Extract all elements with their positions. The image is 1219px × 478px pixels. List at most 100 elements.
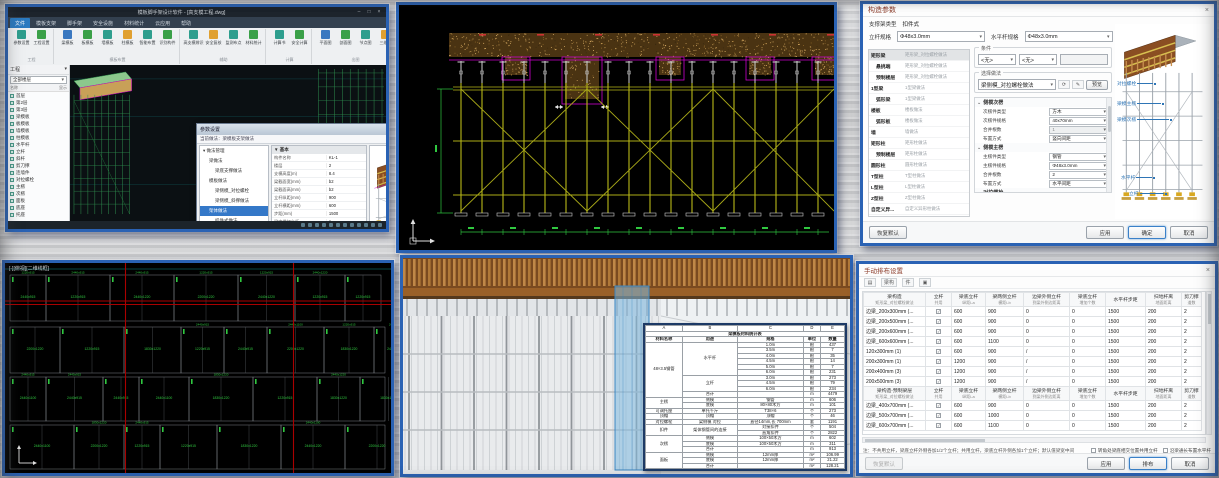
property-select[interactable]: 方木▾ xyxy=(1049,108,1109,116)
cad-viewport[interactable]: 参数设置 × 当前做法：梁模板支架做法 ▾ 做法管理梁做法梁底支撑做法模板做法梁… xyxy=(70,65,386,221)
beam-row[interactable]: 200x500mm (3)✓1200900/015002002 xyxy=(864,377,1202,387)
dialog-tree-item[interactable]: 梁侧模_斜撑做法 xyxy=(200,196,268,206)
preview-button[interactable]: 预览 xyxy=(1086,80,1108,90)
visibility-checkbox[interactable] xyxy=(10,164,14,168)
shared-pole-checkbox[interactable]: ✓ xyxy=(936,319,941,324)
property-value[interactable]: 1500 xyxy=(326,211,366,216)
column-header[interactable]: 梁底立杆纵距La xyxy=(952,387,986,401)
hbar-spec-select[interactable]: Φ48x3.0mm▾ xyxy=(1025,31,1113,42)
layer-tree-item[interactable]: 墙模板 xyxy=(8,127,69,134)
element-list-item[interactable]: 自定义异...自定义异形柱做法 xyxy=(869,204,969,215)
beam-row[interactable]: 120x300mm (1)✓600900/015002002 xyxy=(864,347,1202,357)
status-icon[interactable] xyxy=(336,223,340,227)
layer-tree-item[interactable]: 第3层 xyxy=(8,106,69,113)
status-icon[interactable] xyxy=(364,223,368,227)
ribbon-tab[interactable]: 材料统计 xyxy=(119,18,149,28)
element-list-item[interactable]: 弧形梁1型梁做法 xyxy=(869,94,969,105)
ribbon-button[interactable]: 三维图 xyxy=(376,29,389,56)
status-icon[interactable] xyxy=(350,223,354,227)
dialog-button[interactable]: 确定 xyxy=(1128,226,1166,239)
shared-pole-checkbox[interactable]: ✓ xyxy=(936,379,941,384)
shared-pole-checkbox[interactable]: ✓ xyxy=(936,339,941,344)
column-header[interactable]: 边梁外侧立杆到梁外侧边距离 xyxy=(1024,387,1070,401)
element-list-item[interactable]: 1型梁1型梁做法 xyxy=(869,83,969,94)
ribbon-button[interactable]: 智能布置 xyxy=(138,29,157,56)
status-icon[interactable] xyxy=(343,223,347,227)
beam-row[interactable]: 边梁_400x700mm (...✓6009000015002002 xyxy=(864,401,1202,411)
column-header[interactable]: 扫地杆离地面距离 xyxy=(1146,387,1182,401)
property-value[interactable]: b2 xyxy=(326,187,366,192)
element-list-item[interactable]: 圆形柱圆形柱做法 xyxy=(869,160,969,171)
ribbon-button[interactable]: 节点图 xyxy=(356,29,375,56)
visibility-checkbox[interactable] xyxy=(10,199,14,203)
property-section-header[interactable]: ⌄侧模次楞 xyxy=(975,98,1111,107)
column-header[interactable]: 水平杆步距 xyxy=(1106,387,1146,401)
visibility-checkbox[interactable] xyxy=(10,192,14,196)
column-header[interactable]: 梁底立杆纵距La xyxy=(952,293,986,307)
edit-icon[interactable]: ✎ xyxy=(1072,80,1084,89)
pole-spec-select[interactable]: Φ48x3.0mm▾ xyxy=(897,31,985,42)
condition-value-input[interactable] xyxy=(1060,54,1108,65)
ribbon-button[interactable]: 剖面图 xyxy=(336,29,355,56)
ribbon-tab[interactable]: 云应用 xyxy=(150,18,175,28)
refresh-icon[interactable]: ⟳ xyxy=(1058,80,1070,89)
column-header[interactable]: 立杆共用 xyxy=(926,387,952,401)
property-value[interactable]: 900 xyxy=(326,195,366,200)
status-icon[interactable] xyxy=(301,223,305,227)
window-button[interactable]: × xyxy=(375,9,383,15)
property-select[interactable]: 40x70mm▾ xyxy=(1049,117,1109,125)
beam-filter-toolbar-button[interactable]: 梁构 xyxy=(881,278,897,287)
layer-tree-item[interactable]: 首层 xyxy=(8,92,69,99)
shared-pole-checkbox[interactable]: ✓ xyxy=(936,403,941,408)
beam-row[interactable]: 边梁_500x700mm (...✓60010000015002002 xyxy=(864,411,1202,421)
status-icon[interactable] xyxy=(378,223,382,227)
dialog-tree-item[interactable]: 模板做法 xyxy=(200,176,268,186)
column-header[interactable]: 梁两侧立杆横距Lb xyxy=(986,293,1024,307)
column-header[interactable]: 水平杆步距 xyxy=(1106,293,1146,307)
ribbon-button[interactable]: 平面图 xyxy=(316,29,335,56)
beam-row[interactable]: 边梁_200x500mm (...✓6009000015002002 xyxy=(864,317,1202,327)
layer-tree-item[interactable]: 板模板 xyxy=(8,120,69,127)
column-header[interactable]: 剪刀撑道数 xyxy=(1182,293,1202,307)
property-select[interactable]: 竖向间距▾ xyxy=(1049,135,1109,143)
visibility-checkbox[interactable] xyxy=(10,108,14,112)
status-icon[interactable] xyxy=(308,223,312,227)
window-button[interactable]: □ xyxy=(365,9,373,15)
dialog-tree-item[interactable]: 梁做法 xyxy=(200,156,268,166)
column-header[interactable]: 剪刀撑道数 xyxy=(1182,387,1202,401)
shared-pole-checkbox[interactable]: ✓ xyxy=(936,413,941,418)
close-icon[interactable]: × xyxy=(1205,7,1209,14)
visibility-checkbox[interactable] xyxy=(10,115,14,119)
ribbon-button[interactable]: 参数设置 xyxy=(12,29,31,56)
ribbon-button[interactable]: 工程设置 xyxy=(32,29,51,56)
shared-pole-checkbox[interactable]: ✓ xyxy=(936,359,941,364)
status-icon[interactable] xyxy=(371,223,375,227)
dialog-button[interactable]: 取消 xyxy=(1171,457,1209,470)
shared-pole-checkbox[interactable]: ✓ xyxy=(936,329,941,334)
visibility-checkbox[interactable] xyxy=(10,122,14,126)
property-value[interactable]: 600 xyxy=(326,203,366,208)
status-icon[interactable] xyxy=(329,223,333,227)
dialog-button[interactable]: 应用 xyxy=(1086,226,1124,239)
restore-default-button[interactable]: 恢复默认 xyxy=(865,457,903,470)
ribbon-tab[interactable]: 帮助 xyxy=(176,18,196,28)
visibility-checkbox[interactable] xyxy=(10,129,14,133)
dialog-button[interactable]: 取消 xyxy=(1170,226,1208,239)
visibility-checkbox[interactable] xyxy=(10,206,14,210)
visibility-checkbox[interactable] xyxy=(10,136,14,140)
window-button[interactable]: – xyxy=(355,9,363,15)
props-scrollbar[interactable] xyxy=(1106,98,1111,192)
dialog-button[interactable]: 排布 xyxy=(1129,457,1167,470)
beam-row[interactable]: 200x400mm (3)✓1200900/015002002 xyxy=(864,367,1202,377)
property-section-header[interactable]: ⌄侧模主楞 xyxy=(975,143,1111,152)
layer-tree-item[interactable]: 第2层 xyxy=(8,99,69,106)
element-list-item[interactable]: 墙墙做法 xyxy=(869,127,969,138)
ribbon-tab[interactable]: 模板支架 xyxy=(31,18,61,28)
property-select[interactable]: 水平间距▾ xyxy=(1049,180,1109,188)
plan-cad-viewport[interactable]: 2440x9151220x9151220x9152440x9152440x122… xyxy=(5,263,391,473)
beam-row[interactable]: 200x300mm (1)✓1200900/015002002 xyxy=(864,357,1202,367)
property-value[interactable]: 8.4 xyxy=(326,171,366,176)
visibility-checkbox[interactable] xyxy=(10,157,14,161)
restore-default-button[interactable]: 恢复默认 xyxy=(869,226,907,239)
column-header[interactable]: 梁底立杆增加个数 xyxy=(1070,293,1106,307)
